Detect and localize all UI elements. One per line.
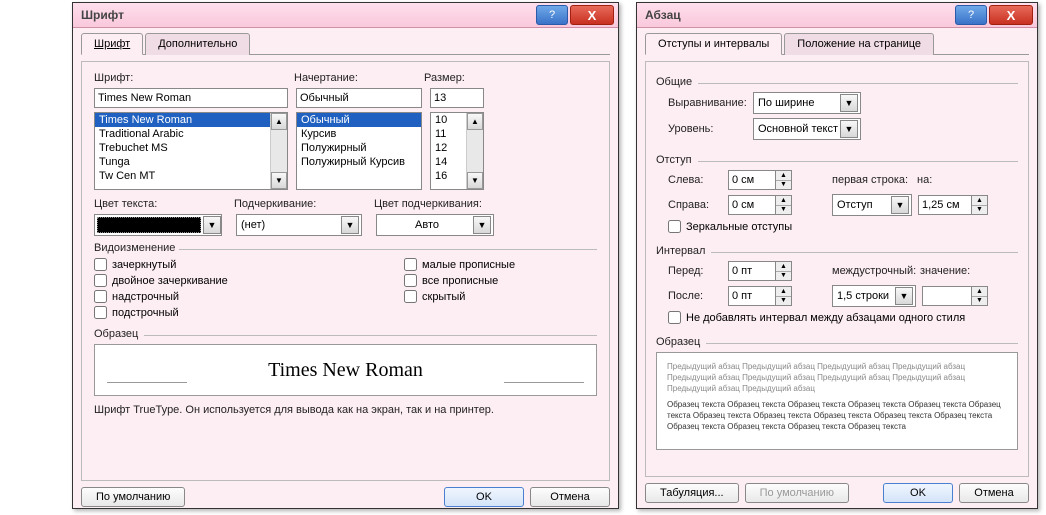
- style-field-label: Начертание:: [294, 72, 424, 84]
- spacing-group-label: Интервал: [656, 245, 1018, 257]
- subscript-checkbox[interactable]: подстрочный: [94, 306, 404, 319]
- sample-group-label: Образец: [94, 328, 597, 340]
- no-space-same-style-checkbox[interactable]: Не добавлять интервал между абзацами одн…: [668, 311, 1018, 324]
- list-item[interactable]: Полужирный Курсив: [297, 155, 421, 169]
- underline-color-label: Цвет подчеркивания:: [374, 198, 482, 210]
- font-tabstrip: Шрифт Дополнительно: [81, 32, 610, 55]
- list-item[interactable]: 16: [431, 169, 467, 183]
- ok-button[interactable]: OK: [883, 483, 953, 503]
- dblstrike-checkbox[interactable]: двойное зачеркивание: [94, 274, 404, 287]
- tab-indent-spacing[interactable]: Отступы и интервалы: [645, 33, 782, 55]
- tabs-button[interactable]: Табуляция...: [645, 483, 739, 503]
- list-item[interactable]: 10: [431, 113, 467, 127]
- chevron-down-icon: ▼: [895, 287, 913, 305]
- set-default-button[interactable]: По умолчанию: [81, 487, 185, 507]
- font-name-input[interactable]: [94, 88, 288, 108]
- space-before-spinner[interactable]: ▲▼: [728, 261, 792, 281]
- underline-color-dropdown[interactable]: Авто▼: [376, 214, 494, 236]
- tab-advanced[interactable]: Дополнительно: [145, 33, 250, 55]
- set-default-button[interactable]: По умолчанию: [745, 483, 849, 503]
- mirror-indents-checkbox[interactable]: Зеркальные отступы: [668, 220, 1018, 233]
- hidden-checkbox[interactable]: скрытый: [404, 290, 515, 303]
- paragraph-dialog: Абзац ? X Отступы и интервалы Положение …: [636, 2, 1038, 509]
- list-item[interactable]: Traditional Arabic: [95, 127, 271, 141]
- list-item[interactable]: 11: [431, 127, 467, 141]
- size-field-label: Размер:: [424, 72, 465, 84]
- chevron-down-icon: ▼: [203, 216, 221, 234]
- list-item[interactable]: 12: [431, 141, 467, 155]
- align-label: Выравнивание:: [668, 97, 753, 109]
- smallcaps-checkbox[interactable]: малые прописные: [404, 258, 515, 271]
- font-list[interactable]: Times New Roman Traditional Arabic Trebu…: [94, 112, 288, 190]
- indent-left-spinner[interactable]: ▲▼: [728, 170, 792, 190]
- size-list[interactable]: 10 11 12 14 16 ▲▼: [430, 112, 484, 190]
- font-dialog: Шрифт ? X Шрифт Дополнительно Шрифт: Нач…: [72, 2, 619, 509]
- para-titlebar[interactable]: Абзац ? X: [637, 3, 1037, 28]
- indent-group-label: Отступ: [656, 154, 1018, 166]
- font-size-input[interactable]: [430, 88, 484, 108]
- truetype-note: Шрифт TrueType. Он используется для выво…: [94, 404, 597, 416]
- font-titlebar[interactable]: Шрифт ? X: [73, 3, 618, 28]
- general-group-label: Общие: [656, 76, 1018, 88]
- close-button[interactable]: X: [989, 5, 1033, 25]
- chevron-down-icon: ▼: [473, 216, 491, 234]
- ok-button[interactable]: OK: [444, 487, 524, 507]
- linespacing-at-label: значение:: [920, 265, 970, 277]
- list-item[interactable]: Обычный: [297, 113, 421, 127]
- tab-font[interactable]: Шрифт: [81, 33, 143, 55]
- chevron-down-icon: ▼: [840, 120, 858, 138]
- list-item[interactable]: Times New Roman: [95, 113, 271, 127]
- para-tabstrip: Отступы и интервалы Положение на страниц…: [645, 32, 1029, 55]
- help-button[interactable]: ?: [536, 5, 568, 25]
- space-after-label: После:: [668, 290, 728, 302]
- para-sample-label: Образец: [656, 336, 1018, 348]
- outline-level-dropdown[interactable]: Основной текст▼: [753, 118, 861, 140]
- style-list[interactable]: Обычный Курсив Полужирный Полужирный Кур…: [296, 112, 422, 190]
- text-color-dropdown[interactable]: ▼: [94, 214, 222, 236]
- indent-left-label: Слева:: [668, 174, 728, 186]
- chevron-down-icon: ▼: [341, 216, 359, 234]
- level-label: Уровень:: [668, 123, 753, 135]
- text-color-label: Цвет текста:: [94, 198, 234, 210]
- chevron-down-icon: ▼: [891, 196, 909, 214]
- font-style-input[interactable]: [296, 88, 422, 108]
- firstline-by-spinner[interactable]: ▲▼: [918, 195, 988, 215]
- font-preview: Times New Roman: [94, 344, 597, 396]
- effects-group-label: Видоизменение: [94, 242, 597, 254]
- font-title: Шрифт: [81, 8, 534, 22]
- strike-checkbox[interactable]: зачеркнутый: [94, 258, 404, 271]
- underline-style-dropdown[interactable]: (нет)▼: [236, 214, 362, 236]
- cancel-button[interactable]: Отмена: [530, 487, 610, 507]
- para-title: Абзац: [645, 8, 953, 22]
- scrollbar[interactable]: ▲▼: [466, 113, 483, 189]
- by-label: на:: [917, 174, 947, 186]
- cancel-button[interactable]: Отмена: [959, 483, 1029, 503]
- list-item[interactable]: Tunga: [95, 155, 271, 169]
- close-button[interactable]: X: [570, 5, 614, 25]
- linespacing-dropdown[interactable]: 1,5 строки▼: [832, 285, 916, 307]
- indent-right-spinner[interactable]: ▲▼: [728, 195, 792, 215]
- scrollbar[interactable]: ▲▼: [270, 113, 287, 189]
- list-item[interactable]: 14: [431, 155, 467, 169]
- list-item[interactable]: Trebuchet MS: [95, 141, 271, 155]
- firstline-dropdown[interactable]: Отступ▼: [832, 194, 912, 216]
- linespacing-label: междустрочный:: [832, 265, 920, 277]
- list-item[interactable]: Полужирный: [297, 141, 421, 155]
- font-field-label: Шрифт:: [94, 72, 294, 84]
- chevron-down-icon: ▼: [840, 94, 858, 112]
- list-item[interactable]: Tw Cen MT: [95, 169, 271, 183]
- allcaps-checkbox[interactable]: все прописные: [404, 274, 515, 287]
- alignment-dropdown[interactable]: По ширине▼: [753, 92, 861, 114]
- indent-right-label: Справа:: [668, 199, 728, 211]
- firstline-label: первая строка:: [832, 174, 917, 186]
- space-before-label: Перед:: [668, 265, 728, 277]
- underline-label: Подчеркивание:: [234, 198, 374, 210]
- superscript-checkbox[interactable]: надстрочный: [94, 290, 404, 303]
- list-item[interactable]: Курсив: [297, 127, 421, 141]
- help-button[interactable]: ?: [955, 5, 987, 25]
- tab-page-position[interactable]: Положение на странице: [784, 33, 934, 55]
- space-after-spinner[interactable]: ▲▼: [728, 286, 792, 306]
- linespacing-at-spinner[interactable]: ▲▼: [922, 286, 988, 306]
- paragraph-preview: Предыдущий абзац Предыдущий абзац Предыд…: [656, 352, 1018, 450]
